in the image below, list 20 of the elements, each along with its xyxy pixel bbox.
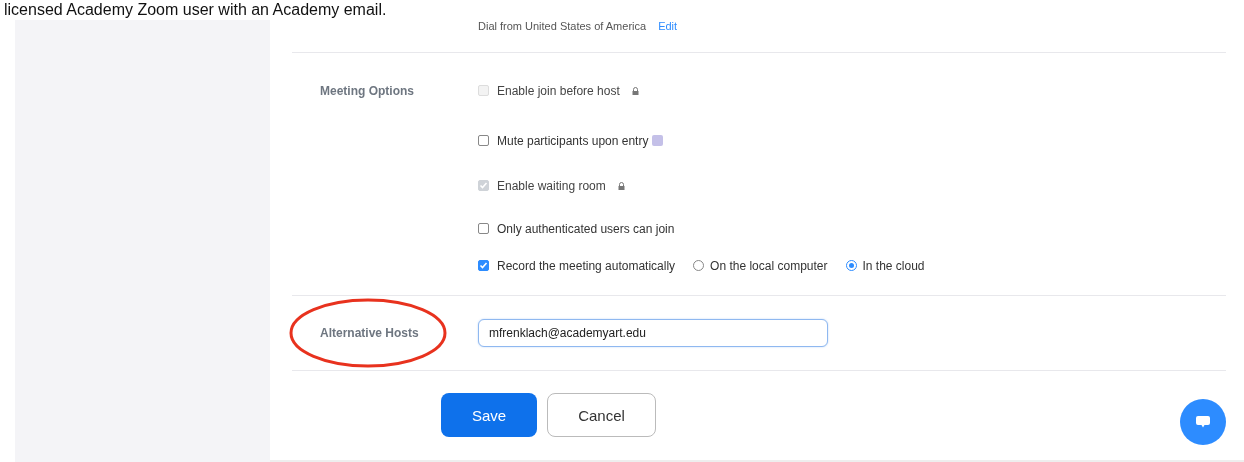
chat-button[interactable] — [1180, 399, 1226, 445]
radio-label: In the cloud — [862, 258, 925, 273]
radio-label: On the local computer — [710, 258, 828, 273]
save-button[interactable]: Save — [441, 393, 537, 437]
edit-link[interactable]: Edit — [658, 20, 678, 32]
checkbox[interactable] — [478, 260, 489, 271]
checkbox-label: Mute participants upon entry — [497, 133, 649, 148]
checkbox-label: Enable waiting room — [497, 178, 606, 193]
caption-text: licensed Academy Zoom user with an Academy email. — [4, 1, 387, 19]
checkbox-label: Only authenticated users can join — [497, 221, 675, 236]
checkbox-label: Enable join before host — [497, 83, 620, 98]
cancel-button[interactable]: Cancel — [547, 393, 656, 437]
checkbox[interactable] — [478, 135, 489, 146]
dial-text: Dial from United States of America — [478, 20, 647, 32]
chat-icon — [1195, 414, 1211, 430]
section-label: Meeting Options — [320, 84, 414, 98]
checkbox-label: Record the meeting automatically — [497, 258, 676, 273]
checkbox[interactable] — [478, 223, 489, 234]
email-field[interactable]: mfrenklach@academyart.edu — [478, 319, 828, 347]
section-label: Alternative Hosts — [320, 326, 419, 340]
